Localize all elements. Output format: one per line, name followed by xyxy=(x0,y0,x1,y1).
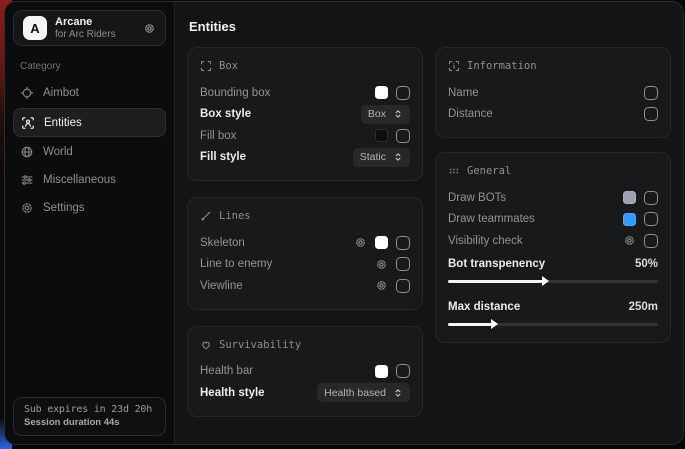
brand-subtitle: for Arc Riders xyxy=(55,29,135,41)
setting-row-fill-style: Fill style Static xyxy=(200,147,410,169)
visibility-check-checkbox[interactable] xyxy=(644,234,658,248)
setting-row-draw-teammates: Draw teammates xyxy=(448,209,658,231)
setting-row-health-bar: Health bar xyxy=(200,361,410,383)
bot-transparency-value: 50% xyxy=(635,258,658,270)
section-title: Box xyxy=(219,60,238,72)
diagonal-line-icon xyxy=(200,210,212,222)
setting-row-bounding-box: Bounding box xyxy=(200,82,410,104)
survivability-section: Survivability Health bar Health style He… xyxy=(187,326,423,417)
gear-icon[interactable] xyxy=(354,236,367,249)
color-swatch[interactable] xyxy=(375,236,388,249)
sidebar-item-label: Aimbot xyxy=(43,87,79,99)
health-style-dropdown[interactable]: Health based xyxy=(317,383,410,402)
subscription-status-card: Sub expires in 23d 20h Session duration … xyxy=(13,397,166,436)
setting-row-name: Name xyxy=(448,82,658,104)
person-scan-icon xyxy=(21,116,35,130)
bot-transparency-setting: Bot transpenency 50% xyxy=(448,254,658,283)
sliders-icon xyxy=(20,173,34,187)
distance-checkbox[interactable] xyxy=(644,107,658,121)
app-window: A Arcane for Arc Riders Category Aimbot xyxy=(4,1,684,445)
brand-title: Arcane xyxy=(55,16,135,29)
heart-icon xyxy=(200,339,212,351)
name-checkbox[interactable] xyxy=(644,86,658,100)
color-swatch[interactable] xyxy=(623,213,636,226)
chevrons-up-down-icon xyxy=(393,109,403,119)
fill-style-dropdown[interactable]: Static xyxy=(353,148,410,167)
sidebar-item-label: World xyxy=(43,146,73,158)
sidebar-item-aimbot[interactable]: Aimbot xyxy=(13,79,166,107)
crosshair-icon xyxy=(20,86,34,100)
sub-expiry-text: Sub expires in 23d 20h xyxy=(24,404,155,415)
category-label: Category xyxy=(20,61,166,72)
sidebar-item-label: Miscellaneous xyxy=(43,174,116,186)
skeleton-checkbox[interactable] xyxy=(396,236,410,250)
gear-icon[interactable] xyxy=(143,22,156,35)
grid-dots-icon xyxy=(448,165,460,177)
main-panel: Entities Box Bounding box xyxy=(175,2,683,444)
setting-row-box-style: Box style Box xyxy=(200,104,410,126)
sidebar-item-label: Settings xyxy=(43,202,85,214)
slider-thumb[interactable] xyxy=(542,276,549,286)
setting-row-line-to-enemy: Line to enemy xyxy=(200,254,410,276)
globe-icon xyxy=(20,145,34,159)
information-section: Information Name Distance xyxy=(435,47,671,138)
color-swatch[interactable] xyxy=(375,365,388,378)
gear-icon[interactable] xyxy=(375,258,388,271)
draw-teammates-checkbox[interactable] xyxy=(644,212,658,226)
session-duration-text: Session duration 44s xyxy=(24,417,155,428)
brand-text: Arcane for Arc Riders xyxy=(55,16,135,40)
general-section: General Draw BOTs Draw teammates xyxy=(435,152,671,343)
setting-row-distance: Distance xyxy=(448,104,658,126)
sidebar-item-world[interactable]: World xyxy=(13,138,166,166)
section-title: Lines xyxy=(219,210,251,222)
fill-box-checkbox[interactable] xyxy=(396,129,410,143)
max-distance-setting: Max distance 250m xyxy=(448,297,658,326)
chevrons-up-down-icon xyxy=(393,152,403,162)
section-title: General xyxy=(467,165,511,177)
scan-brackets-icon xyxy=(200,60,212,72)
setting-row-viewline: Viewline xyxy=(200,275,410,297)
gear-icon[interactable] xyxy=(375,279,388,292)
sidebar-item-settings[interactable]: Settings xyxy=(13,194,166,222)
setting-row-skeleton: Skeleton xyxy=(200,232,410,254)
max-distance-slider[interactable] xyxy=(448,323,658,326)
setting-row-draw-bots: Draw BOTs xyxy=(448,187,658,209)
box-style-dropdown[interactable]: Box xyxy=(361,105,410,124)
chevrons-up-down-icon xyxy=(393,388,403,398)
slider-thumb[interactable] xyxy=(491,319,498,329)
gear-icon[interactable] xyxy=(623,234,636,247)
box-section: Box Bounding box Box style Box xyxy=(187,47,423,181)
color-swatch[interactable] xyxy=(375,86,388,99)
section-title: Survivability xyxy=(219,339,301,351)
color-swatch[interactable] xyxy=(375,129,388,142)
sidebar-item-entities[interactable]: Entities xyxy=(13,108,166,137)
bounding-box-checkbox[interactable] xyxy=(396,86,410,100)
draw-bots-checkbox[interactable] xyxy=(644,191,658,205)
bot-transparency-slider[interactable] xyxy=(448,280,658,283)
section-title: Information xyxy=(467,60,537,72)
info-scan-icon xyxy=(448,60,460,72)
lines-section: Lines Skeleton Line to enemy xyxy=(187,197,423,310)
max-distance-value: 250m xyxy=(629,301,658,313)
line-to-enemy-checkbox[interactable] xyxy=(396,257,410,271)
page-title: Entities xyxy=(189,19,671,34)
health-bar-checkbox[interactable] xyxy=(396,364,410,378)
brand-logo-icon: A xyxy=(23,16,47,40)
color-swatch[interactable] xyxy=(623,191,636,204)
sidebar-item-miscellaneous[interactable]: Miscellaneous xyxy=(13,166,166,194)
viewline-checkbox[interactable] xyxy=(396,279,410,293)
setting-row-fill-box: Fill box xyxy=(200,125,410,147)
setting-row-health-style: Health style Health based xyxy=(200,382,410,404)
sidebar-nav: Aimbot Entities World xyxy=(13,79,166,222)
sidebar: A Arcane for Arc Riders Category Aimbot xyxy=(5,2,175,444)
sidebar-item-label: Entities xyxy=(44,117,82,129)
brand-card: A Arcane for Arc Riders xyxy=(13,10,166,46)
setting-row-visibility-check: Visibility check xyxy=(448,230,658,252)
gear-icon xyxy=(20,201,34,215)
